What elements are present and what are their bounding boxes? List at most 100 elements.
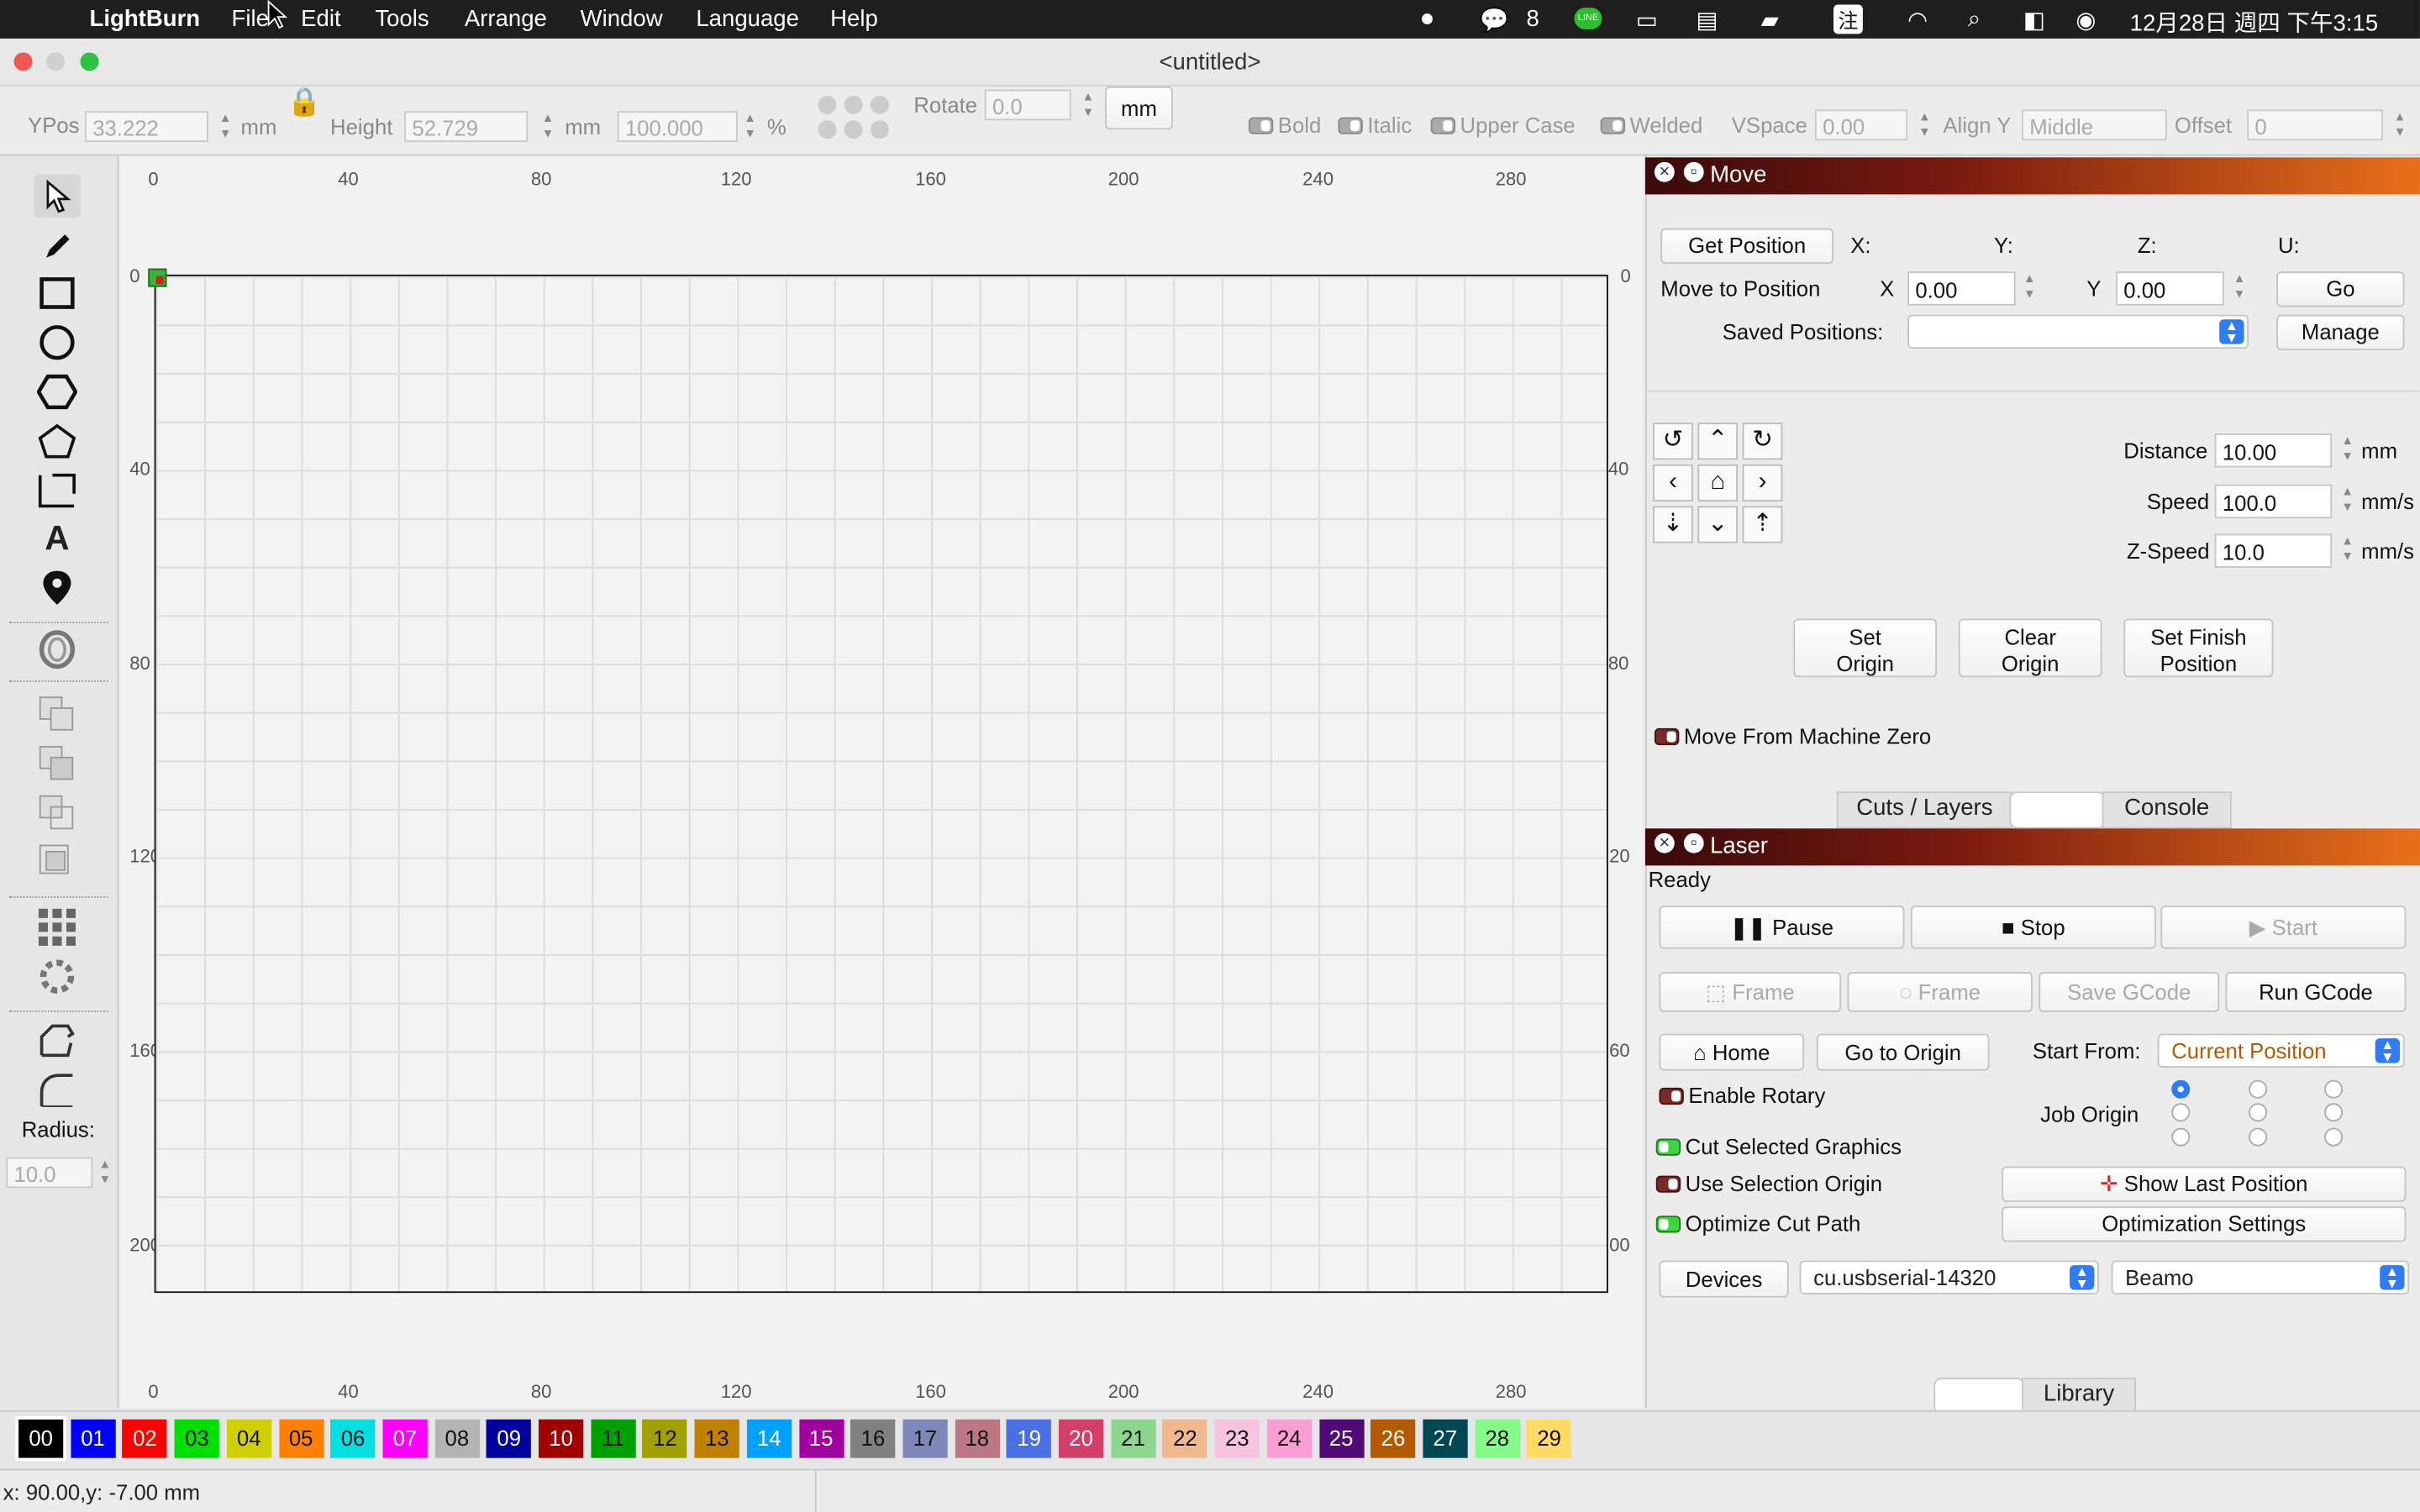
battery-icon[interactable]: ▰	[1761, 6, 1779, 34]
frame-circle-button[interactable]: ◌ Frame	[1847, 972, 2033, 1012]
enable-rotary-toggle[interactable]	[1659, 1087, 1684, 1105]
float-panel-icon[interactable]: ▫	[1683, 832, 1704, 853]
move-y-stepper[interactable]: ▲ ▼	[2232, 271, 2247, 305]
home-jog-button[interactable]: ⌂	[1697, 464, 1739, 501]
circular-array-tool[interactable]	[34, 955, 80, 998]
storage-icon[interactable]: ▤	[1697, 6, 1718, 34]
layer-swatch[interactable]: 03	[174, 1419, 219, 1458]
rotate-stepper[interactable]: ▲ ▼	[1081, 90, 1096, 123]
layer-swatch[interactable]: 04	[226, 1419, 271, 1458]
position-laser-tool[interactable]	[34, 566, 80, 609]
boolean-intersection-tool[interactable]	[34, 841, 80, 884]
layer-swatch[interactable]: 26	[1370, 1419, 1416, 1458]
go-to-origin-button[interactable]: Go to Origin	[1816, 1033, 1990, 1071]
offset-input[interactable]: 0	[2247, 109, 2383, 141]
job-origin-radio-middle-left[interactable]	[2171, 1103, 2191, 1122]
input-method-icon[interactable]: 注	[1833, 4, 1863, 34]
save-gcode-button[interactable]: Save GCode	[2039, 972, 2220, 1012]
z-down-button[interactable]: ⇣	[1653, 506, 1693, 543]
zspeed-stepper[interactable]: ▲ ▼	[2339, 533, 2354, 567]
home-button[interactable]: ⌂ Home	[1659, 1033, 1805, 1071]
set-finish-position-button[interactable]: Set Finish Position	[2123, 618, 2274, 678]
start-from-select[interactable]: Current Position ▲ ▼	[2157, 1033, 2405, 1068]
layer-swatch[interactable]: 20	[1058, 1419, 1104, 1458]
rectangle-tool[interactable]	[34, 271, 80, 314]
stop-button[interactable]: ■ Stop	[1910, 906, 2156, 949]
menu-help[interactable]: Help	[830, 6, 878, 32]
layer-swatch[interactable]: 13	[694, 1419, 739, 1458]
radius-stepper[interactable]: ▲ ▼	[97, 1158, 113, 1191]
layer-swatch[interactable]: 16	[850, 1419, 896, 1458]
jog-left-button[interactable]: ‹	[1653, 464, 1693, 501]
distance-stepper[interactable]: ▲ ▼	[2339, 433, 2354, 467]
grid-array-tool[interactable]	[34, 906, 80, 948]
layer-swatch[interactable]: 17	[902, 1419, 948, 1458]
jog-right-button[interactable]: ›	[1742, 464, 1783, 501]
layer-swatch[interactable]: 10	[539, 1419, 584, 1458]
close-panel-icon[interactable]: ×	[1654, 161, 1675, 182]
align-y-select[interactable]: Middle	[2022, 109, 2167, 141]
job-origin-radio-top-center[interactable]	[2249, 1079, 2268, 1099]
corner-radius-tool[interactable]	[34, 1069, 80, 1112]
weld-tool[interactable]	[34, 693, 80, 736]
close-panel-icon[interactable]: ×	[1654, 832, 1675, 853]
job-origin-radio-bottom-center[interactable]	[2249, 1127, 2268, 1147]
job-origin-radio-top-right[interactable]	[2324, 1079, 2344, 1099]
vspace-input[interactable]: 0.00	[1814, 109, 1908, 141]
move-x-input[interactable]: 0.00	[1907, 271, 2016, 306]
menu-file[interactable]: File	[232, 6, 269, 32]
distance-input[interactable]: 10.00	[2214, 433, 2333, 468]
layer-swatch[interactable]: 07	[382, 1419, 428, 1458]
layer-swatch[interactable]: 14	[746, 1419, 792, 1458]
rotate-cw-button[interactable]: ↻	[1742, 423, 1783, 460]
layer-swatch[interactable]: 19	[1007, 1419, 1052, 1458]
height-input[interactable]: 52.729	[404, 111, 529, 142]
set-origin-button[interactable]: Set Origin	[1793, 618, 1938, 678]
menu-window[interactable]: Window	[581, 6, 663, 32]
menu-tools[interactable]: Tools	[375, 6, 429, 32]
jog-up-button[interactable]: ⌃	[1697, 423, 1739, 460]
port-select[interactable]: cu.usbserial-14320 ▲ ▼	[1799, 1260, 2099, 1294]
use-selection-origin-toggle[interactable]	[1655, 1175, 1681, 1193]
float-panel-icon[interactable]: ▫	[1683, 161, 1704, 182]
devices-button[interactable]: Devices	[1659, 1260, 1789, 1298]
job-origin-radio-bottom-right[interactable]	[2324, 1127, 2344, 1147]
upper-case-toggle[interactable]	[1430, 117, 1456, 134]
screen-icon[interactable]: ▭	[1636, 6, 1658, 34]
run-gcode-button[interactable]: Run GCode	[2225, 972, 2407, 1012]
layer-swatch[interactable]: 18	[955, 1419, 1000, 1458]
show-last-position-button[interactable]: ✛ Show Last Position	[2002, 1166, 2407, 1202]
rotate-ccw-button[interactable]: ↺	[1653, 423, 1693, 460]
layer-swatch[interactable]: 00	[15, 1416, 66, 1462]
layer-swatch[interactable]: 22	[1162, 1419, 1208, 1458]
tab-laser-active[interactable]	[1933, 1378, 2025, 1415]
tabs-tool[interactable]	[34, 1020, 80, 1063]
layer-swatch[interactable]: 12	[642, 1419, 688, 1458]
job-origin-radio-middle-right[interactable]	[2324, 1103, 2344, 1122]
siri-icon[interactable]: ◉	[2075, 6, 2096, 34]
pause-button[interactable]: ❚❚ Pause	[1659, 906, 1905, 949]
layer-swatch[interactable]: 11	[590, 1419, 636, 1458]
device-select[interactable]: Beamo ▲ ▼	[2111, 1260, 2410, 1294]
layer-swatch[interactable]: 08	[434, 1419, 480, 1458]
ypos-stepper[interactable]: ▲ ▼	[218, 111, 233, 144]
clock[interactable]: 12月28日 週四 下午3:15	[2130, 6, 2379, 39]
text-tool[interactable]: A	[34, 517, 80, 559]
tab-console[interactable]: Console	[2102, 791, 2232, 829]
cut-selected-graphics-toggle[interactable]	[1655, 1138, 1681, 1156]
boolean-union-tool[interactable]	[34, 742, 80, 785]
jog-down-button[interactable]: ⌄	[1697, 506, 1739, 543]
layer-swatch[interactable]: 05	[278, 1419, 324, 1458]
layer-swatch[interactable]: 09	[487, 1419, 532, 1458]
optimization-settings-button[interactable]: Optimization Settings	[2002, 1206, 2407, 1242]
clear-origin-button[interactable]: Clear Origin	[1958, 618, 2102, 678]
z-up-button[interactable]: ⇡	[1742, 506, 1783, 543]
italic-toggle[interactable]	[1338, 117, 1363, 134]
job-origin-radio-center[interactable]	[2249, 1103, 2268, 1122]
anchor-point-selector[interactable]	[815, 92, 892, 148]
move-from-machine-zero-toggle[interactable]	[1654, 727, 1680, 746]
job-origin-radio-top-left[interactable]	[2171, 1079, 2191, 1099]
speed-input[interactable]: 100.0	[2214, 484, 2333, 519]
menu-app-name[interactable]: LightBurn	[90, 6, 201, 32]
layer-swatch[interactable]: 01	[70, 1419, 116, 1458]
